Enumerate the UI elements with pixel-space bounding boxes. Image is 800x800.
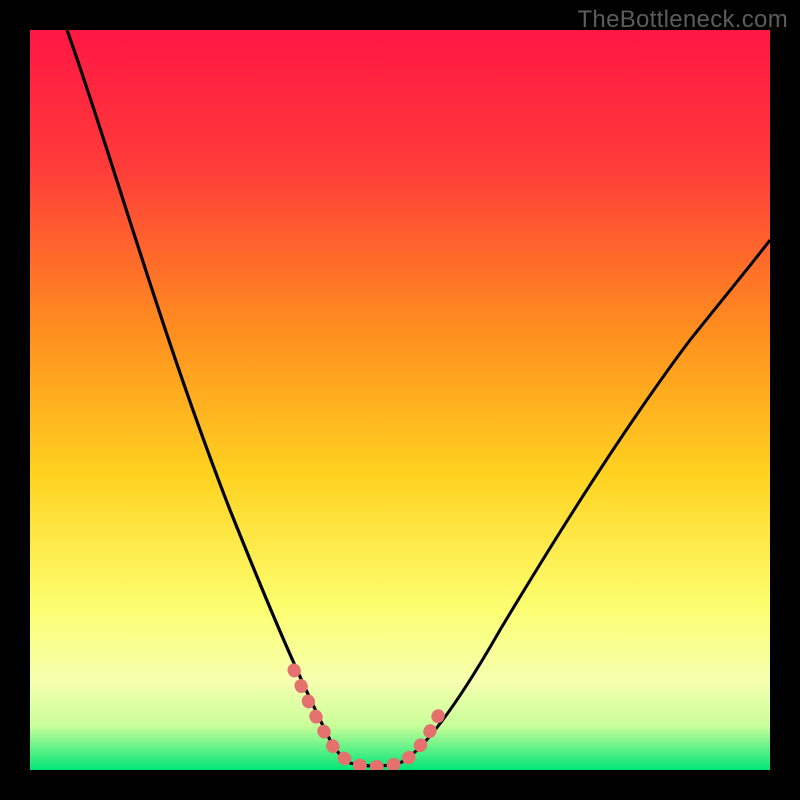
highlight-overlay [294,670,440,767]
left-curve [67,30,350,763]
watermark-text: TheBottleneck.com [577,6,788,34]
chart-frame [30,30,770,770]
right-curve [400,240,770,763]
chart-curves [30,30,770,770]
